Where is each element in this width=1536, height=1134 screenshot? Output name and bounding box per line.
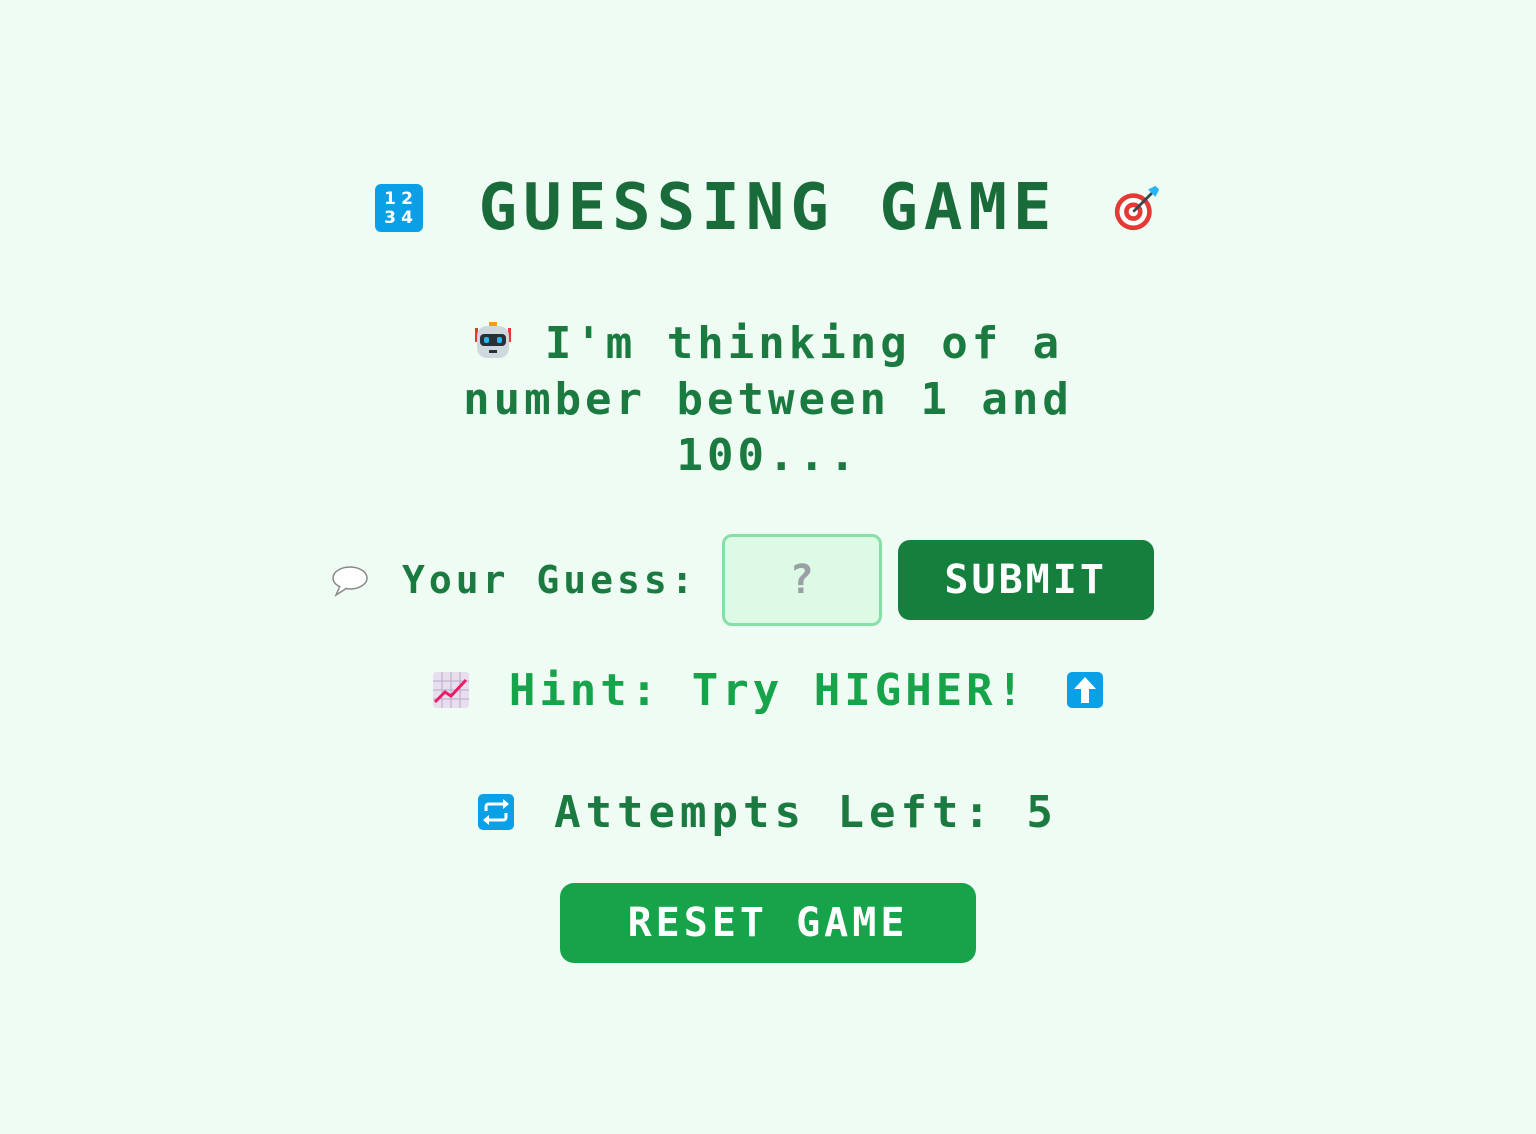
keycap-digit: 2 xyxy=(401,188,413,209)
target-icon xyxy=(1113,184,1161,232)
keycap-digit: 3 xyxy=(384,207,396,228)
submit-button[interactable]: SUBMIT xyxy=(897,540,1154,620)
game-screen: 1 2 3 4 GUESSING GAME I'm thinking of a … xyxy=(0,0,1536,1134)
message-text: I'm thinking of a number between 1 and 1… xyxy=(463,318,1073,481)
hint-text: Hint: Try HIGHER! xyxy=(508,664,1028,716)
robot-icon xyxy=(473,320,513,360)
keycap-1234-icon: 1 2 3 4 xyxy=(374,184,423,232)
reset-game-button[interactable]: RESET GAME xyxy=(560,883,976,963)
attempts-row: Attempts Left: 5 xyxy=(0,780,1536,844)
guess-row: Your Guess: SUBMIT xyxy=(330,534,1154,626)
chart-increasing-icon xyxy=(432,672,469,708)
keycap-digit: 4 xyxy=(401,207,413,228)
keycap-digit: 1 xyxy=(384,188,396,209)
attempts-text: Attempts Left: 5 xyxy=(554,786,1058,838)
game-message: I'm thinking of a number between 1 and 1… xyxy=(368,316,1168,484)
repeat-icon xyxy=(478,794,515,830)
page-title: GUESSING GAME xyxy=(478,171,1058,245)
title-row: 1 2 3 4 GUESSING GAME xyxy=(0,168,1536,248)
speech-bubble-icon xyxy=(330,562,368,598)
up-arrow-icon xyxy=(1067,672,1104,708)
guess-label: Your Guess: xyxy=(402,558,698,602)
guess-input[interactable] xyxy=(721,534,882,626)
hint-row: Hint: Try HIGHER! xyxy=(0,660,1536,720)
